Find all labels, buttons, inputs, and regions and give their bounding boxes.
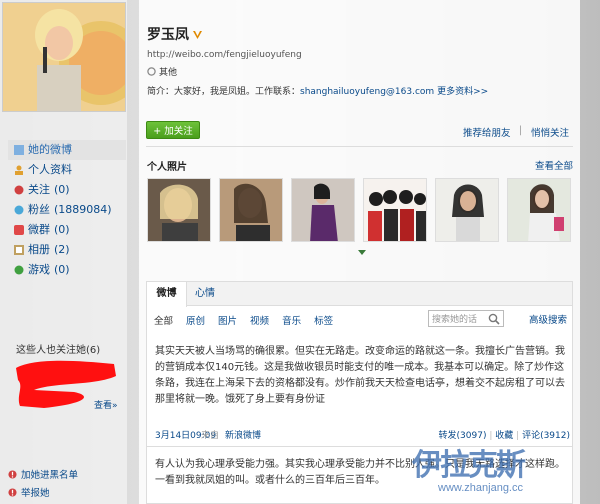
advanced-search-link[interactable]: 高级搜索 bbox=[529, 312, 567, 326]
filter-music[interactable]: 音乐 bbox=[282, 313, 301, 327]
photo-thumbnail[interactable] bbox=[363, 178, 427, 242]
feed-filters: 全部 原创 图片 视频 音乐 标签 bbox=[154, 313, 346, 327]
main-panel: 罗玉凤 http://weibo.com/fengjieluoyufeng 其他… bbox=[139, 0, 580, 504]
sidebar-actions: 加她进黑名单 举报她 bbox=[8, 465, 78, 501]
follow-button[interactable]: + 加关注 bbox=[146, 121, 200, 139]
also-follow-title: 这些人也关注她(6) bbox=[16, 345, 101, 356]
filter-tags[interactable]: 标签 bbox=[314, 313, 333, 327]
more-info-link[interactable]: 更多资料>> bbox=[437, 87, 488, 97]
filter-all[interactable]: 全部 bbox=[154, 313, 173, 327]
sidebar-item-fans[interactable]: 粉丝 (1889084) bbox=[8, 200, 126, 220]
action-separator: | bbox=[519, 125, 523, 136]
report-link[interactable]: 举报她 bbox=[8, 483, 78, 501]
feed-search-input[interactable]: 搜索她的话 bbox=[428, 310, 504, 327]
sidebar-item-groups[interactable]: 微群 (0) bbox=[8, 220, 126, 240]
tab-weibo[interactable]: 微博 bbox=[147, 282, 187, 307]
feed-tabs: 微博 心情 bbox=[147, 282, 572, 307]
post-source-link[interactable]: 新浪微博 bbox=[225, 428, 261, 441]
filter-original[interactable]: 原创 bbox=[186, 313, 205, 327]
blacklist-link[interactable]: 加她进黑名单 bbox=[8, 465, 78, 483]
verified-badge-icon bbox=[193, 30, 202, 39]
photo-thumbnail[interactable] bbox=[291, 178, 355, 242]
sidebar-nav: 她的微博 个人资料 关注 (0) 粉丝 (1889084) 微群 (0) 相册 (2) … bbox=[8, 140, 126, 280]
sidebar-item-weibo[interactable]: 她的微博 bbox=[8, 140, 126, 160]
profile-name: 罗玉凤 bbox=[147, 24, 203, 44]
alert-icon bbox=[8, 487, 17, 497]
fans-icon bbox=[14, 205, 24, 215]
post-from-label: 来自 bbox=[201, 431, 220, 441]
follow-icon bbox=[14, 185, 24, 195]
filter-images[interactable]: 图片 bbox=[218, 313, 237, 327]
photos-title: 个人照片 bbox=[147, 162, 187, 173]
email-link[interactable]: shanghailuoyufeng@163.com bbox=[300, 87, 434, 97]
profile-icon bbox=[15, 165, 23, 175]
profile-avatar[interactable] bbox=[2, 2, 126, 112]
expand-photos-arrow-icon[interactable] bbox=[358, 250, 366, 255]
photo-thumbnail[interactable] bbox=[507, 178, 571, 242]
quiet-follow-link[interactable]: 悄悄关注 bbox=[531, 125, 569, 139]
gender-info: 其他 bbox=[147, 65, 177, 78]
home-icon bbox=[14, 145, 24, 155]
profile-url[interactable]: http://weibo.com/fengjieluoyufeng bbox=[147, 50, 302, 60]
gender-icon bbox=[147, 67, 156, 76]
watermark-url: www.zhanjang.cc bbox=[438, 482, 523, 494]
search-icon[interactable] bbox=[487, 312, 501, 326]
photos-see-all-link[interactable]: 查看全部 bbox=[535, 158, 573, 172]
sidebar-item-following[interactable]: 关注 (0) bbox=[8, 180, 126, 200]
sidebar-item-album[interactable]: 相册 (2) bbox=[8, 240, 126, 260]
recommend-to-friends-link[interactable]: 推荐给朋友 bbox=[463, 125, 511, 139]
photo-thumbnail[interactable] bbox=[147, 178, 211, 242]
post-text: 其实天天被人当场骂的确很累。但实在无路走。改变命运的路就这一条。我擅长广告营销。… bbox=[155, 346, 565, 405]
divider bbox=[146, 146, 573, 147]
warning-icon bbox=[8, 469, 17, 479]
search-placeholder: 搜索她的话 bbox=[432, 315, 478, 325]
watermark-logo: 伊拉克斯 bbox=[412, 448, 526, 483]
photo-thumbnail[interactable] bbox=[219, 178, 283, 242]
album-icon bbox=[14, 245, 24, 255]
see-all-followers-link[interactable]: 查看» bbox=[94, 398, 118, 411]
sidebar-item-profile[interactable]: 个人资料 bbox=[8, 160, 126, 180]
sidebar-item-games[interactable]: 游戏 (0) bbox=[8, 260, 126, 280]
profile-intro: 简介：大家好，我是凤姐。工作联系：shanghailuoyufeng@163.c… bbox=[147, 87, 489, 97]
game-icon bbox=[14, 265, 24, 275]
group-icon bbox=[14, 225, 24, 235]
left-sidebar: 她的微博 个人资料 关注 (0) 粉丝 (1889084) 微群 (0) 相册 (2) … bbox=[0, 0, 127, 504]
tab-mood[interactable]: 心情 bbox=[195, 282, 215, 306]
filter-videos[interactable]: 视频 bbox=[250, 313, 269, 327]
photo-thumbnail[interactable] bbox=[435, 178, 499, 242]
